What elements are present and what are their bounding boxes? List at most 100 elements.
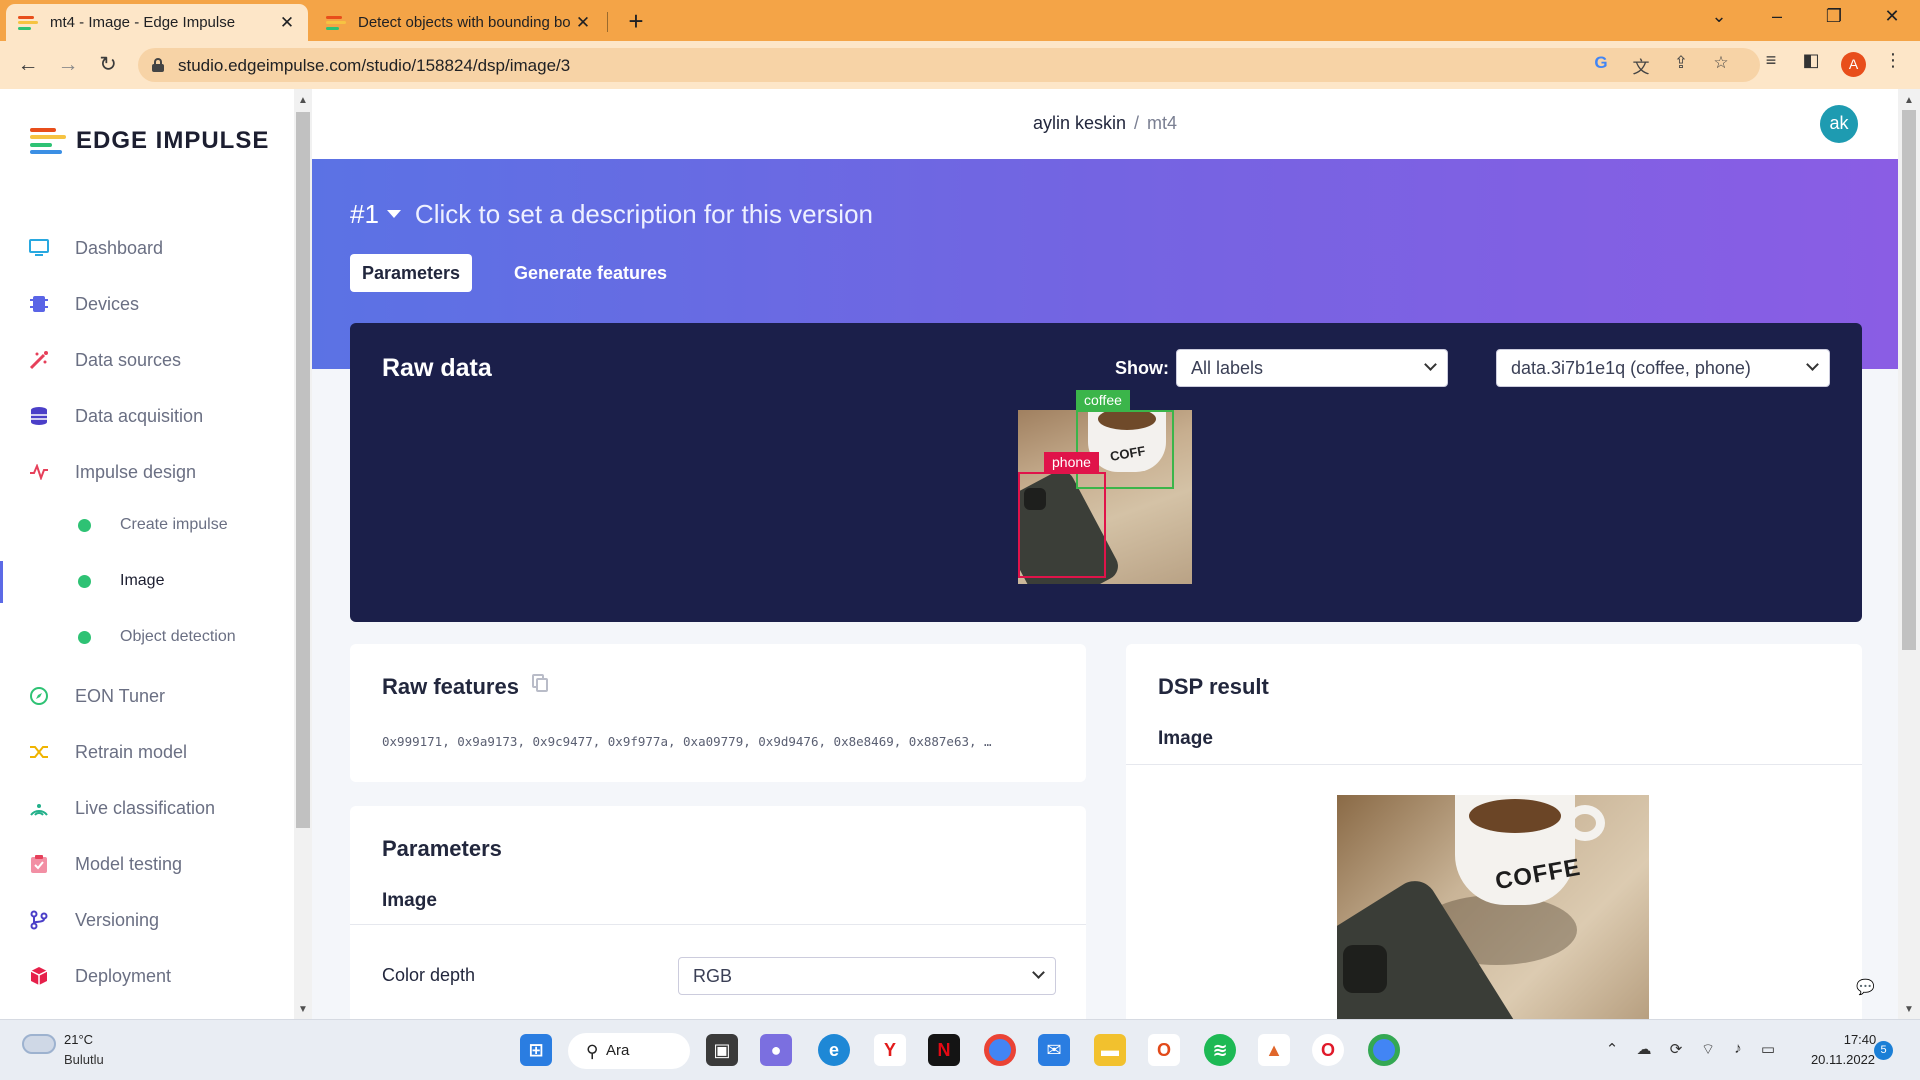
sidebar-subitem-create-impulse[interactable]: Create impulse [0, 505, 290, 545]
matlab-icon[interactable]: ▲ [1258, 1034, 1290, 1066]
opera-icon[interactable]: O [1312, 1034, 1344, 1066]
restore-icon[interactable]: ❐ [1822, 6, 1846, 27]
scroll-down-icon[interactable]: ▼ [296, 1004, 310, 1015]
chrome-icon[interactable] [984, 1034, 1016, 1066]
signal-icon [28, 797, 50, 819]
feedback-icon[interactable]: 💬 [1856, 978, 1875, 996]
tab-parameters[interactable]: Parameters [350, 254, 473, 292]
translate-icon[interactable]: 文 [1629, 53, 1653, 78]
new-tab-icon[interactable]: + [624, 6, 648, 37]
sidebar-item-retrain-model[interactable]: Retrain model [0, 732, 290, 772]
back-icon[interactable]: ← [14, 51, 42, 79]
sidebar-item-deployment[interactable]: Deployment [0, 956, 290, 996]
sidebar-item-live-classification[interactable]: Live classification [0, 788, 290, 828]
bounding-box-label: phone [1044, 452, 1099, 472]
browser-tab-active[interactable]: mt4 - Image - Edge Impulse ✕ [6, 4, 308, 41]
sidebar-item-data-sources[interactable]: Data sources [0, 340, 290, 380]
sidebar-item-eon-tuner[interactable]: EON Tuner [0, 676, 290, 716]
breadcrumb-project[interactable]: mt4 [1147, 113, 1177, 133]
breadcrumb-user[interactable]: aylin keskin [1033, 113, 1126, 133]
sidebar-item-dashboard[interactable]: Dashboard [0, 228, 290, 268]
breadcrumb-separator: / [1134, 113, 1140, 133]
battery-icon[interactable]: ▭ [1756, 1040, 1780, 1058]
version-description[interactable]: Click to set a description for this vers… [415, 199, 873, 229]
task-view-icon[interactable]: ▣ [706, 1034, 738, 1066]
pulse-icon [28, 461, 50, 483]
minimize-icon[interactable]: – [1765, 6, 1789, 27]
file-explorer-icon[interactable]: ▬ [1094, 1034, 1126, 1066]
sidebar-item-data-acquisition[interactable]: Data acquisition [0, 396, 290, 436]
chrome-active-icon[interactable] [1368, 1034, 1400, 1066]
close-window-icon[interactable]: ✕ [1880, 6, 1904, 27]
label-filter-select[interactable]: All labels [1176, 349, 1448, 387]
notification-badge[interactable]: 5 [1874, 1041, 1893, 1060]
office-icon[interactable]: O [1148, 1034, 1180, 1066]
profile-avatar[interactable]: A [1841, 52, 1866, 77]
raw-data-title: Raw data [382, 354, 492, 382]
tab-generate-features[interactable]: Generate features [502, 254, 679, 292]
bookmark-star-icon[interactable]: ☆ [1709, 53, 1733, 73]
scroll-up-icon[interactable]: ▲ [1902, 95, 1916, 106]
lock-icon [152, 58, 164, 72]
windows-start-icon[interactable]: ⊞ [520, 1034, 552, 1066]
scroll-up-icon[interactable]: ▲ [296, 95, 310, 106]
wifi-icon[interactable]: ⌔ [1696, 1040, 1720, 1059]
parameters-card: Parameters Image Color depth RGB [350, 806, 1086, 1036]
mail-icon[interactable]: ✉ [1038, 1034, 1070, 1066]
package-icon [28, 965, 50, 987]
raw-features-card: Raw features 0x999171, 0x9a9173, 0x9c947… [350, 644, 1086, 782]
sidebar-scrollbar-thumb[interactable] [296, 112, 310, 828]
copy-icon[interactable] [532, 674, 548, 692]
weather-temperature[interactable]: 21°C [64, 1032, 93, 1047]
weather-description[interactable]: Bulutlu [64, 1052, 104, 1067]
forward-icon[interactable]: → [54, 51, 82, 79]
tab-divider [607, 12, 608, 32]
close-tab-icon[interactable]: ✕ [278, 13, 296, 33]
tab-search-chevron-icon[interactable]: ⌄ [1707, 6, 1731, 27]
bounding-box-label: coffee [1076, 390, 1130, 410]
chat-icon[interactable]: ● [760, 1034, 792, 1066]
color-depth-select[interactable]: RGB [678, 957, 1056, 995]
sidebar-subitem-object-detection[interactable]: Object detection [0, 617, 290, 657]
sidebar-item-versioning[interactable]: Versioning [0, 900, 290, 940]
url-text: studio.edgeimpulse.com/studio/158824/dsp… [178, 56, 571, 75]
edge-browser-icon[interactable]: e [818, 1034, 850, 1066]
volume-icon[interactable]: ♪ [1726, 1040, 1750, 1057]
reload-icon[interactable]: ↻ [94, 51, 122, 79]
windows-taskbar: 21°C Bulutlu ⊞ ⚲ Ara ▣ ● e Y N ✉ ▬ O ≋ ▲ … [0, 1019, 1920, 1080]
version-number: #1 [350, 199, 379, 229]
chevron-down-icon [1424, 358, 1437, 371]
edge-impulse-favicon-icon [326, 15, 346, 30]
taskbar-search[interactable]: ⚲ Ara [568, 1033, 690, 1069]
netflix-icon[interactable]: N [928, 1034, 960, 1066]
version-selector[interactable]: #1 Click to set a description for this ve… [350, 199, 873, 230]
branch-icon [28, 909, 50, 931]
main-scrollbar-thumb[interactable] [1902, 110, 1916, 650]
share-icon[interactable]: ⇪ [1669, 53, 1693, 73]
browser-tab-inactive[interactable]: Detect objects with bounding bo ✕ [314, 4, 604, 41]
tray-overflow-icon[interactable]: ⌃ [1600, 1040, 1624, 1058]
yandex-icon[interactable]: Y [874, 1034, 906, 1066]
scroll-down-icon[interactable]: ▼ [1902, 1004, 1916, 1015]
shuffle-icon [28, 741, 50, 763]
sidebar-item-devices[interactable]: Devices [0, 284, 290, 324]
sidebar-item-impulse-design[interactable]: Impulse design [0, 452, 290, 492]
address-bar[interactable]: studio.edgeimpulse.com/studio/158824/dsp… [138, 48, 1760, 82]
dsp-result-image: COFFE [1337, 795, 1649, 1020]
sidebar-subitem-image[interactable]: Image [0, 561, 290, 603]
sidebar-item-model-testing[interactable]: Model testing [0, 844, 290, 884]
avatar[interactable]: ak [1820, 105, 1858, 143]
cloud-icon[interactable] [22, 1034, 56, 1054]
status-dot [78, 519, 91, 532]
reading-list-icon[interactable]: ≡ [1758, 50, 1784, 71]
close-tab-icon[interactable]: ✕ [574, 13, 592, 33]
chrome-menu-icon[interactable]: ⋮ [1880, 50, 1906, 71]
side-panel-icon[interactable]: ◧ [1798, 50, 1824, 71]
monitor-icon [28, 237, 50, 259]
spotify-icon[interactable]: ≋ [1204, 1034, 1236, 1066]
onedrive-icon[interactable]: ☁ [1632, 1040, 1656, 1058]
google-icon[interactable]: G [1589, 53, 1613, 73]
sample-select[interactable]: data.3i7b1e1q (coffee, phone) [1496, 349, 1830, 387]
edge-impulse-logo[interactable]: EDGE IMPULSE [30, 127, 269, 155]
sync-icon[interactable]: ⟳ [1664, 1040, 1688, 1058]
